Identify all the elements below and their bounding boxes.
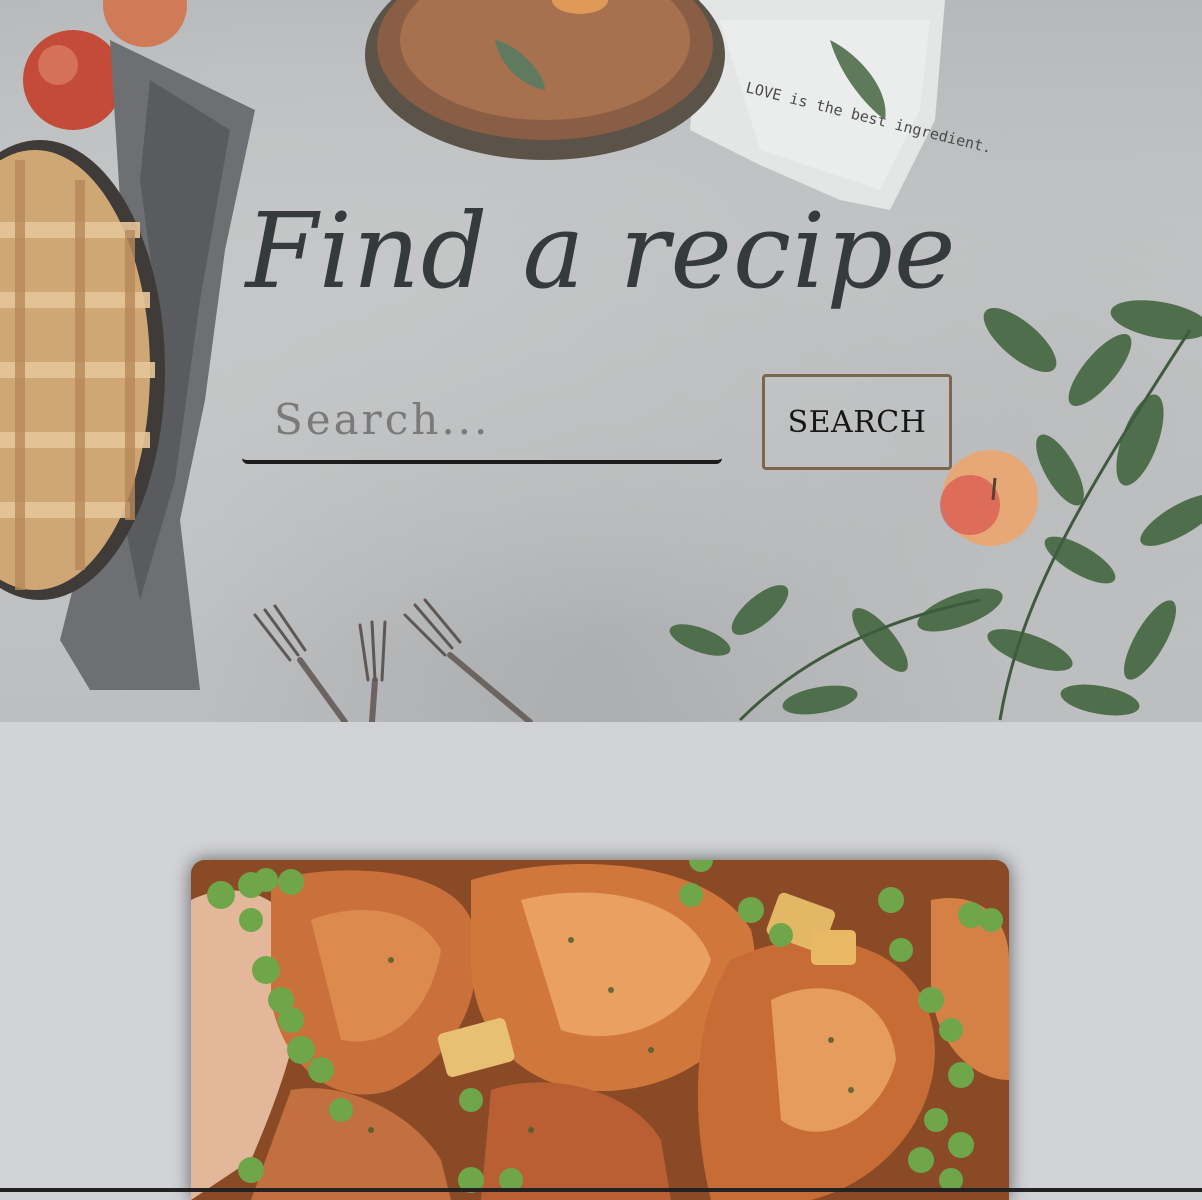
- recipe-card[interactable]: [191, 860, 1009, 1200]
- hero-background-image: LOVE is the best ingredient.: [0, 0, 1202, 722]
- page-bottom-border: [0, 1188, 1202, 1192]
- search-button[interactable]: SEARCH: [762, 374, 952, 470]
- page-title: Find a recipe: [245, 190, 957, 312]
- search-field-wrapper: [242, 378, 722, 468]
- hero-banner: LOVE is the best ingredient. Find a reci…: [0, 0, 1202, 722]
- search-input[interactable]: [242, 378, 722, 464]
- roast-chicken-photo-icon: [191, 860, 1009, 1200]
